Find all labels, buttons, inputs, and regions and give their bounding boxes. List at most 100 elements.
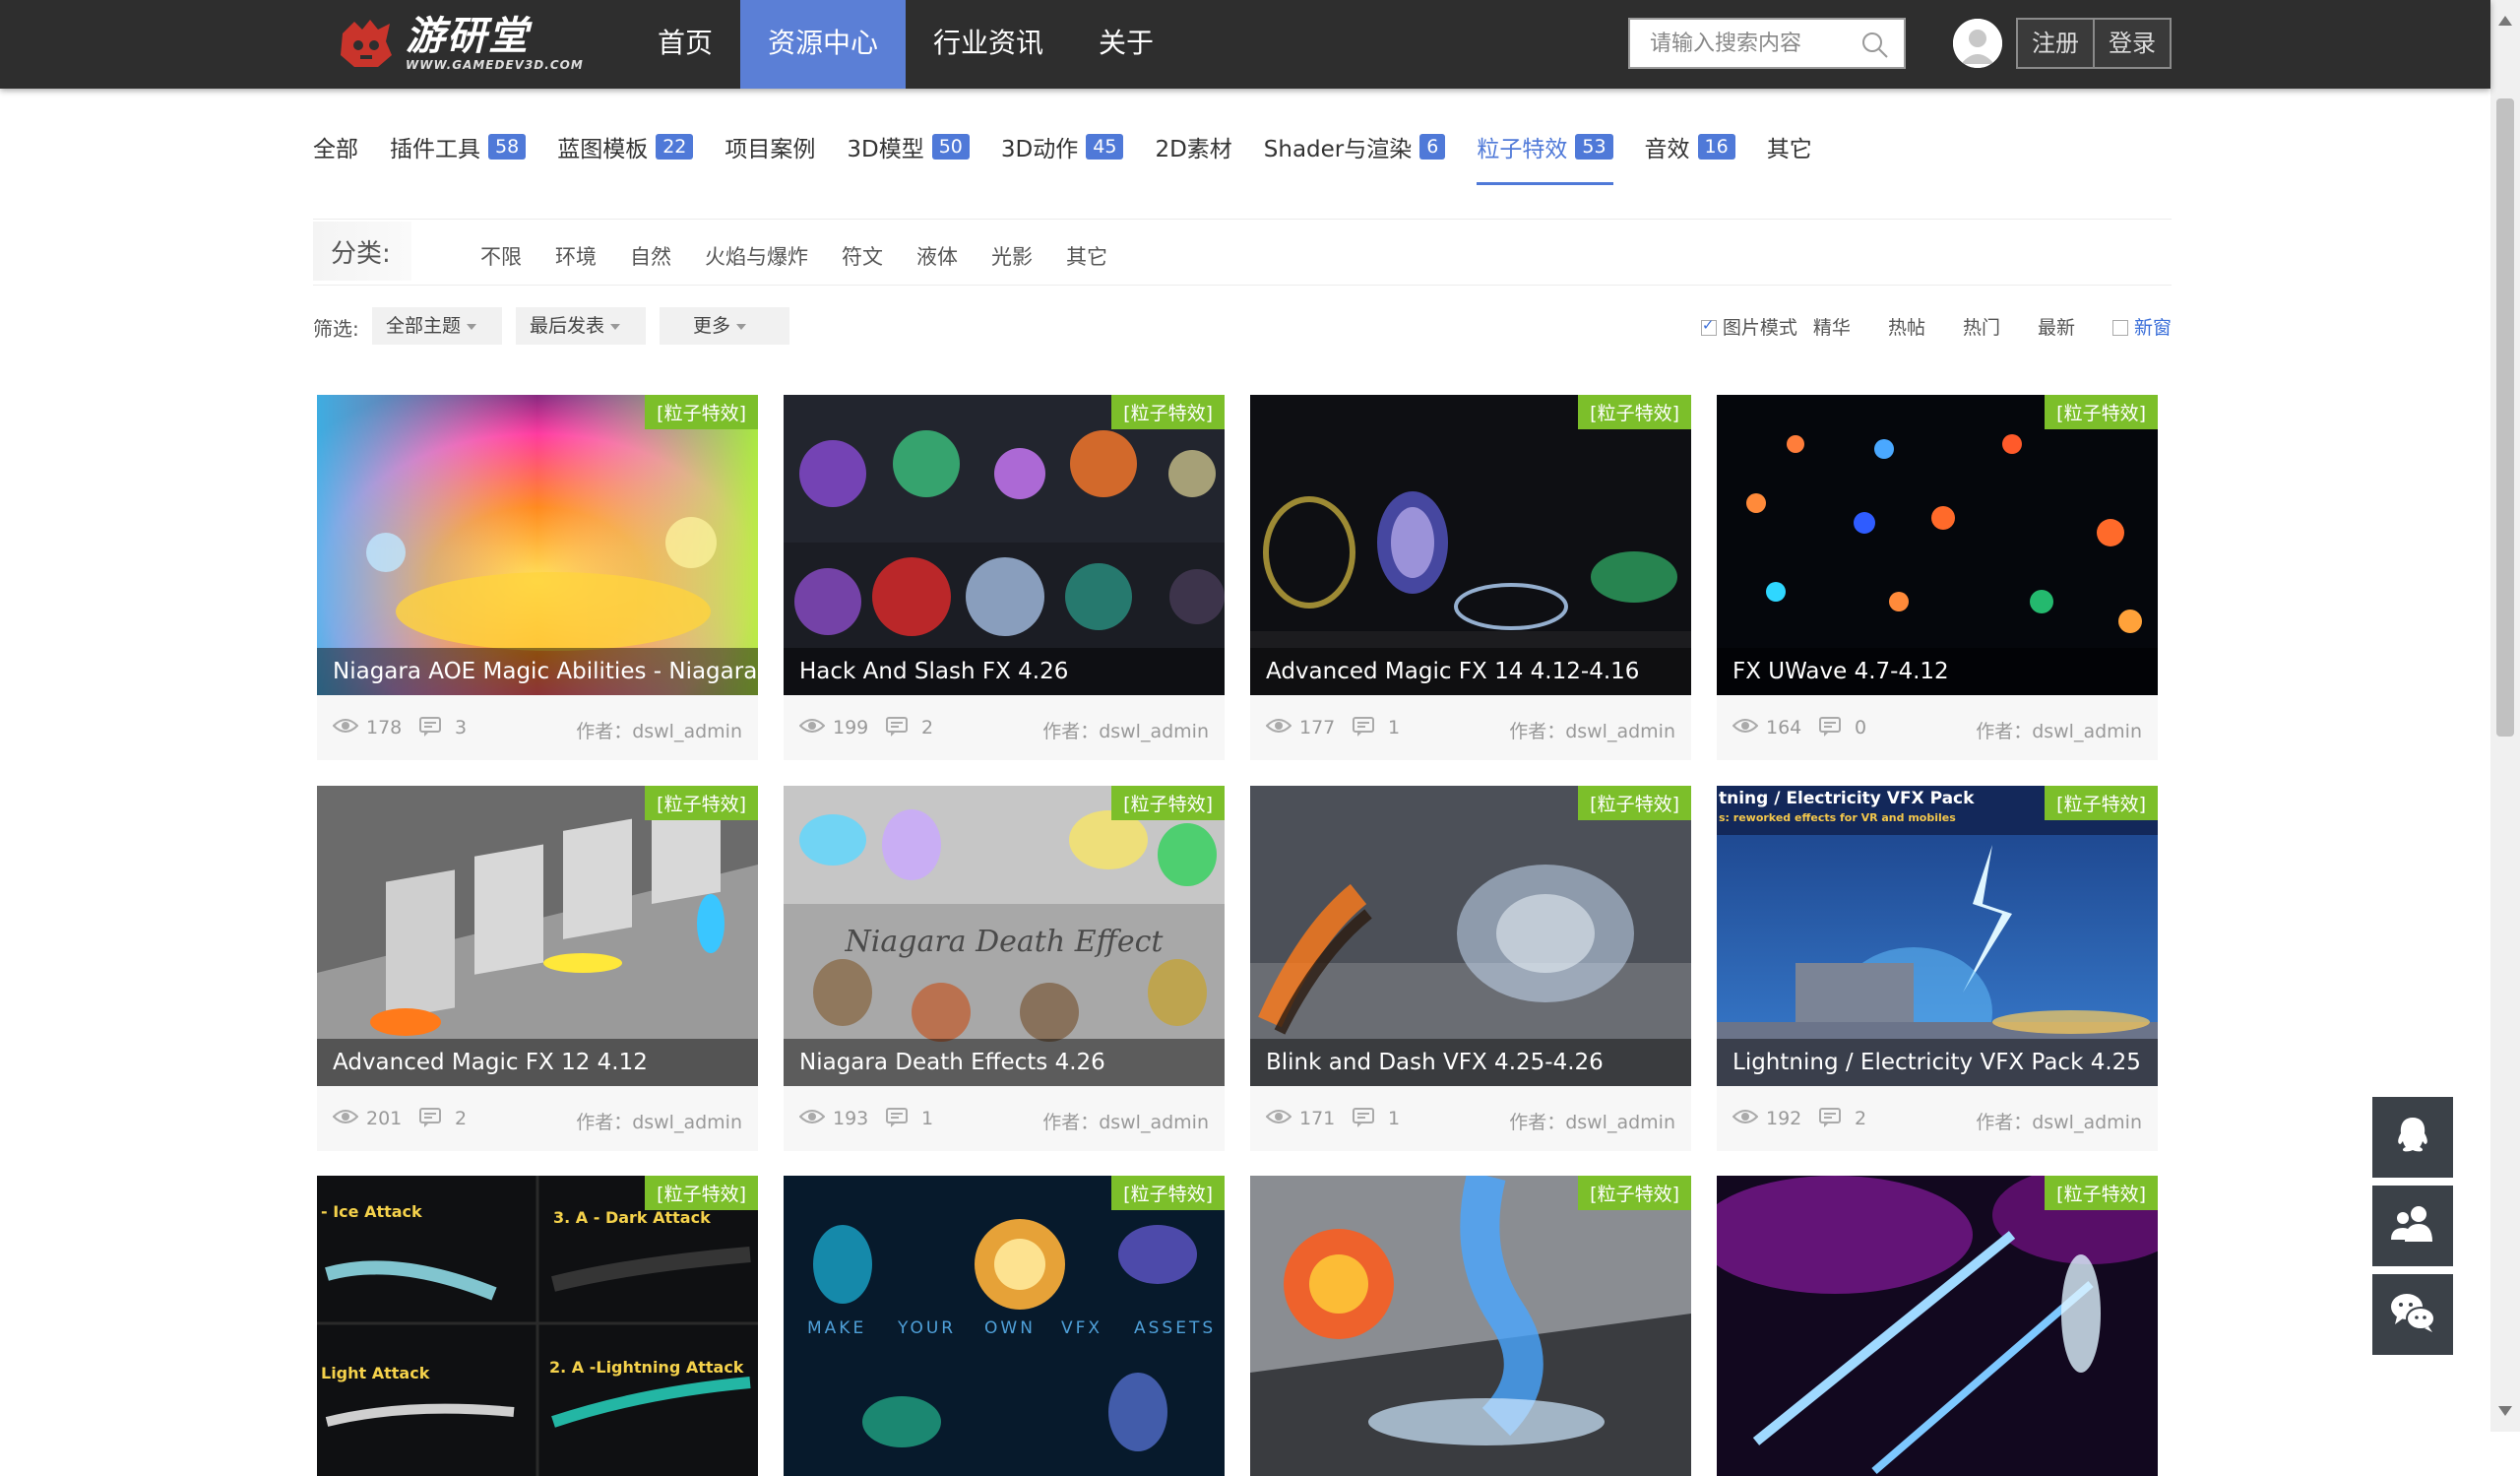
author[interactable]: 作者：dswl_admin [576,1108,742,1134]
resource-card[interactable]: - Ice Attack 3. A - Dark Attack Light At… [317,1176,758,1476]
checkbox-checked-icon[interactable] [1700,316,1717,336]
author[interactable]: 作者：dswl_admin [1042,1108,1209,1134]
resource-card[interactable]: tning / Electricity VFX Pack s: reworked… [1717,786,2158,1151]
card-title[interactable]: Advanced Magic FX 12 4.12 [317,1039,758,1086]
tab-sound-effects[interactable]: 音效 16 [1645,130,1735,185]
resource-card[interactable]: [粒子特效] Niagara AOE Magic Abilities - Nia… [317,395,758,760]
card-thumbnail[interactable]: [粒子特效] Advanced Magic FX 12 4.12 [317,786,758,1086]
tab-plugin-tools[interactable]: 插件工具 58 [390,130,527,185]
class-option-environment[interactable]: 环境 [555,241,597,271]
card-thumbnail[interactable]: tning / Electricity VFX Pack s: reworked… [1717,786,2158,1086]
qq-contact-button[interactable] [2372,1097,2453,1178]
resource-card[interactable]: [粒子特效] FX UWave 4.7-4.12 164 0 作者：dswl_a… [1717,395,2158,760]
image-mode-toggle[interactable]: 图片模式 [1700,313,1797,340]
card-thumbnail[interactable]: [粒子特效] Blink and Dash VFX 4.25-4.26 [1250,786,1691,1086]
class-option-nature[interactable]: 自然 [630,241,671,271]
class-option-fire-explosion[interactable]: 火焰与爆炸 [705,241,808,271]
sort-hot-posts[interactable]: 热帖 [1888,313,1925,340]
card-title[interactable]: FX UWave 4.7-4.12 [1717,648,2158,695]
image-mode-label: 图片模式 [1722,317,1797,339]
author[interactable]: 作者：dswl_admin [576,717,742,743]
comment-count: 2 [455,1108,468,1129]
resource-card[interactable]: MAKE YOUR OWN VFX ASSETS [粒子特效] [784,1176,1225,1476]
nav-industry-news[interactable]: 行业资讯 [906,0,1071,89]
avatar[interactable] [1953,19,2002,68]
sort-latest[interactable]: 最新 [2038,313,2075,340]
sort-popular[interactable]: 热门 [1963,313,2000,340]
register-button[interactable]: 注册 [2018,20,2093,67]
checkbox-icon[interactable] [2111,320,2128,336]
card-title[interactable]: Blink and Dash VFX 4.25-4.26 [1250,1039,1691,1086]
new-window-toggle[interactable]: 新窗 [2111,313,2172,340]
nav-resource-center[interactable]: 资源中心 [740,0,907,89]
card-thumbnail[interactable]: Niagara Death Effect [粒子特效] Niagara Deat… [784,786,1225,1086]
scrollbar-thumb[interactable] [2496,98,2514,737]
card-thumbnail[interactable]: [粒子特效] Niagara AOE Magic Abilities - Nia… [317,395,758,695]
tab-other[interactable]: 其它 [1767,130,1812,185]
thumbnail-overlay-text: Niagara Death Effect [845,925,1165,959]
resource-card[interactable]: Niagara Death Effect [粒子特效] Niagara Deat… [784,786,1225,1151]
more-dropdown[interactable]: 更多 [660,307,789,345]
wechat-contact-button[interactable] [2372,1274,2453,1355]
dropdown-label: 全部主题 [386,315,462,337]
resource-card[interactable]: [粒子特效] Hack And Slash FX 4.26 199 2 作者：d… [784,395,1225,760]
author[interactable]: 作者：dswl_admin [1509,1108,1675,1134]
tab-shader-rendering[interactable]: Shader与渲染 6 [1264,130,1446,185]
thumbnail-overlay-text: YOUR [897,1318,956,1338]
site-logo[interactable]: 游研堂 WWW.GAMEDEV3D.COM [335,10,583,77]
nav-home[interactable]: 首页 [630,0,740,89]
group-contact-button[interactable] [2372,1186,2453,1266]
view-count: 177 [1299,717,1336,738]
card-title[interactable]: Advanced Magic FX 14 4.12-4.16 [1250,648,1691,695]
card-thumbnail[interactable]: - Ice Attack 3. A - Dark Attack Light At… [317,1176,758,1476]
resource-card[interactable]: [粒子特效] [1717,1176,2158,1476]
card-thumbnail[interactable]: MAKE YOUR OWN VFX ASSETS [粒子特效] [784,1176,1225,1476]
search-icon[interactable] [1860,31,1890,64]
comment-icon [886,1108,908,1132]
card-title[interactable]: Niagara Death Effects 4.26 [784,1039,1225,1086]
card-thumbnail[interactable]: [粒子特效] FX UWave 4.7-4.12 [1717,395,2158,695]
card-title[interactable]: Lightning / Electricity VFX Pack 4.25 [1717,1039,2158,1086]
class-option-other[interactable]: 其它 [1066,241,1107,271]
login-button[interactable]: 登录 [2093,20,2170,67]
card-title[interactable]: Niagara AOE Magic Abilities - Niagara [317,648,758,695]
scroll-down-arrow-icon[interactable] [2498,1406,2512,1416]
tab-project-cases[interactable]: 项目案例 [724,130,815,185]
tab-3d-animation[interactable]: 3D动作 45 [1001,130,1124,185]
card-thumbnail[interactable]: [粒子特效] Advanced Magic FX 14 4.12-4.16 [1250,395,1691,695]
author[interactable]: 作者：dswl_admin [1976,1108,2142,1134]
resource-card[interactable]: [粒子特效] [1250,1176,1691,1476]
scroll-up-arrow-icon[interactable] [2498,16,2512,26]
vertical-scrollbar[interactable] [2490,0,2520,1432]
search-input[interactable] [1648,20,1868,67]
card-title[interactable]: Hack And Slash FX 4.26 [784,648,1225,695]
class-option-unlimited[interactable]: 不限 [480,241,522,271]
card-thumbnail[interactable]: [粒子特效] [1717,1176,2158,1476]
resource-card[interactable]: [粒子特效] Advanced Magic FX 14 4.12-4.16 17… [1250,395,1691,760]
author[interactable]: 作者：dswl_admin [1042,717,1209,743]
card-thumbnail[interactable]: [粒子特效] Hack And Slash FX 4.26 [784,395,1225,695]
tab-label: 蓝图模板 [557,137,649,162]
author[interactable]: 作者：dswl_admin [1509,717,1675,743]
thumbnail-overlay-text: MAKE [807,1318,866,1338]
sort-featured[interactable]: 精华 [1813,313,1851,340]
thumbnail-overlay-text: 3. A - Dark Attack [553,1208,711,1227]
class-option-light-shadow[interactable]: 光影 [991,241,1033,271]
class-option-liquid[interactable]: 液体 [916,241,958,271]
comment-icon [419,1108,441,1132]
resource-card[interactable]: [粒子特效] Blink and Dash VFX 4.25-4.26 171 … [1250,786,1691,1151]
sort-dropdown[interactable]: 最后发表 [516,307,646,345]
tab-particle-effects[interactable]: 粒子特效 53 [1477,130,1613,185]
author[interactable]: 作者：dswl_admin [1976,717,2142,743]
class-option-runes[interactable]: 符文 [842,241,883,271]
theme-dropdown[interactable]: 全部主题 [372,307,502,345]
resource-card[interactable]: [粒子特效] Advanced Magic FX 12 4.12 201 2 作… [317,786,758,1151]
tab-blueprint-templates[interactable]: 蓝图模板 22 [557,130,694,185]
card-thumbnail[interactable]: [粒子特效] [1250,1176,1691,1476]
tab-2d-assets[interactable]: 2D素材 [1155,130,1231,185]
tab-all[interactable]: 全部 [313,130,358,185]
tab-3d-models[interactable]: 3D模型 50 [847,130,970,185]
caret-down-icon [610,323,621,330]
caret-down-icon [467,323,477,330]
nav-about[interactable]: 关于 [1071,0,1181,89]
